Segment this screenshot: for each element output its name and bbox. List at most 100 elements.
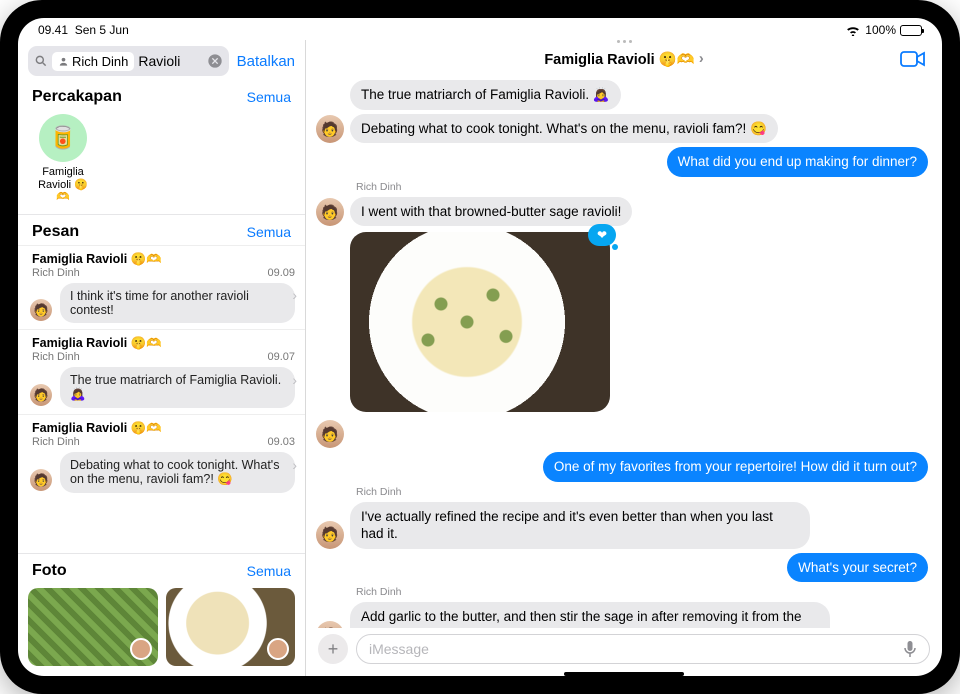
message-bubble-out[interactable]: What did you end up making for dinner? (667, 147, 928, 177)
list-item-meta: Rich Dinh 09.07 (32, 351, 295, 363)
dictation-icon[interactable] (903, 640, 917, 658)
compose-bar: + iMessage (306, 628, 942, 670)
message-bubble-out[interactable]: What's your secret? (787, 553, 928, 583)
clear-search-icon[interactable] (207, 53, 223, 69)
sender-name: Rich Dinh (32, 436, 80, 448)
conversation-name: Famiglia Ravioli 🤫🫶 (32, 166, 94, 204)
chevron-right-icon: › (292, 372, 297, 388)
avatar: 🧑 (316, 521, 344, 549)
list-item-meta: Rich Dinh 09.03 (32, 436, 295, 448)
home-indicator[interactable] (564, 672, 684, 676)
timestamp: 09.03 (267, 436, 295, 448)
timestamp: 09.09 (267, 267, 295, 279)
pesan-all-link[interactable]: Semua (247, 224, 291, 240)
chat-title: Famiglia Ravioli 🤫🫶 (32, 421, 295, 436)
foto-all-link[interactable]: Semua (247, 563, 291, 579)
ipad-frame: 09.41 Sen 5 Jun 100% (0, 0, 960, 694)
wifi-icon (845, 24, 861, 36)
sender-name: Rich Dinh (32, 267, 80, 279)
foto-header: Foto Semua (18, 553, 305, 584)
multitasking-dots-icon[interactable] (609, 40, 639, 46)
avatar (267, 638, 289, 660)
message-bubble-in[interactable]: I've actually refined the recipe and it'… (350, 502, 810, 549)
chat-title: Famiglia Ravioli 🤫🫶 (32, 252, 295, 267)
preview-bubble: I think it's time for another ravioli co… (60, 283, 295, 323)
messages-app: Rich Dinh Ravioli Batalkan Percakapan Se… (18, 40, 942, 676)
message-row: 🧑 I've actually refined the recipe and i… (316, 502, 928, 549)
pesan-title: Pesan (32, 223, 79, 241)
image-message-wrap: ❤ (316, 230, 610, 412)
percakapan-header: Percakapan Semua (18, 80, 305, 110)
sender-label: Rich Dinh (356, 486, 928, 498)
add-attachment-button[interactable]: + (318, 634, 348, 664)
pesan-list: Famiglia Ravioli 🤫🫶 Rich Dinh 09.09 🧑 I … (18, 245, 305, 553)
timestamp: 09.07 (267, 351, 295, 363)
chat-header: Famiglia Ravioli 🤫🫶 › (306, 40, 942, 78)
chevron-right-icon: › (699, 51, 704, 67)
message-image[interactable] (350, 232, 610, 412)
message-row: One of my favorites from your repertoire… (316, 452, 928, 482)
avatar: 🧑 (316, 198, 344, 226)
status-bar: 09.41 Sen 5 Jun 100% (18, 18, 942, 40)
search-input[interactable]: Rich Dinh Ravioli (28, 46, 229, 76)
avatar: 🧑 (30, 299, 52, 321)
message-bubble-out[interactable]: One of my favorites from your repertoire… (543, 452, 928, 482)
avatar: 🧑 (30, 384, 52, 406)
message-row: The true matriarch of Famiglia Ravioli. … (350, 80, 928, 110)
foto-title: Foto (32, 562, 67, 580)
photo-thumbnail[interactable] (166, 588, 296, 666)
percakapan-all-link[interactable]: Semua (247, 89, 291, 105)
message-bubble-in[interactable]: I went with that browned-butter sage rav… (350, 197, 632, 227)
battery-icon (900, 25, 922, 36)
group-avatar: 🥫 (39, 114, 87, 162)
status-right: 100% (845, 23, 922, 37)
message-bubble-in[interactable]: The true matriarch of Famiglia Ravioli. … (350, 80, 621, 110)
avatar: 🧑 (316, 420, 344, 448)
message-row: What's your secret? (316, 553, 928, 583)
battery-percent: 100% (865, 23, 896, 37)
list-item-meta: Rich Dinh 09.09 (32, 267, 295, 279)
cancel-search-button[interactable]: Batalkan (237, 53, 295, 70)
sender-label: Rich Dinh (356, 586, 928, 598)
love-tapback-icon[interactable]: ❤ (588, 224, 616, 246)
token-label: Rich Dinh (72, 54, 128, 69)
date: Sen 5 Jun (75, 23, 129, 37)
avatar: 🧑 (316, 115, 344, 143)
message-row: 🧑 Debating what to cook tonight. What's … (316, 114, 928, 144)
preview-bubble: The true matriarch of Famiglia Ravioli. … (60, 367, 295, 408)
conversation-item[interactable]: 🥫 Famiglia Ravioli 🤫🫶 (32, 114, 94, 204)
chat-title: Famiglia Ravioli 🤫🫶 (32, 336, 295, 351)
message-row: What did you end up making for dinner? (316, 147, 928, 177)
avatar (130, 638, 152, 660)
search-query-text: Ravioli (138, 53, 202, 69)
photo-thumbnail[interactable] (28, 588, 158, 666)
sender-label: Rich Dinh (356, 181, 928, 193)
message-bubble-in[interactable]: Add garlic to the butter, and then stir … (350, 602, 830, 628)
avatar: 🧑 (30, 469, 52, 491)
foto-row (18, 584, 305, 676)
list-item[interactable]: Famiglia Ravioli 🤫🫶 Rich Dinh 09.09 🧑 I … (18, 245, 305, 329)
status-time-date: 09.41 Sen 5 Jun (38, 23, 129, 37)
message-row: 🧑 I went with that browned-butter sage r… (316, 197, 928, 227)
search-contact-token[interactable]: Rich Dinh (52, 52, 134, 71)
list-item[interactable]: Famiglia Ravioli 🤫🫶 Rich Dinh 09.03 🧑 De… (18, 414, 305, 499)
list-item[interactable]: Famiglia Ravioli 🤫🫶 Rich Dinh 09.07 🧑 Th… (18, 329, 305, 414)
sidebar: Rich Dinh Ravioli Batalkan Percakapan Se… (18, 40, 306, 676)
message-thread[interactable]: The true matriarch of Famiglia Ravioli. … (306, 78, 942, 628)
facetime-button[interactable] (900, 50, 926, 68)
search-icon (34, 54, 48, 68)
chat-title[interactable]: Famiglia Ravioli 🤫🫶 › (544, 51, 703, 68)
chevron-right-icon: › (292, 457, 297, 473)
message-row: 🧑 (316, 420, 928, 448)
pesan-header: Pesan Semua (18, 214, 305, 245)
person-icon (58, 56, 69, 67)
percakapan-title: Percakapan (32, 88, 122, 106)
chevron-right-icon: › (292, 287, 297, 303)
sender-name: Rich Dinh (32, 351, 80, 363)
search-row: Rich Dinh Ravioli Batalkan (18, 40, 305, 80)
placeholder-text: iMessage (369, 641, 429, 657)
conversation-row: 🥫 Famiglia Ravioli 🤫🫶 (18, 110, 305, 214)
preview-bubble: Debating what to cook tonight. What's on… (60, 452, 295, 493)
message-bubble-in[interactable]: Debating what to cook tonight. What's on… (350, 114, 778, 144)
message-input[interactable]: iMessage (356, 634, 930, 664)
